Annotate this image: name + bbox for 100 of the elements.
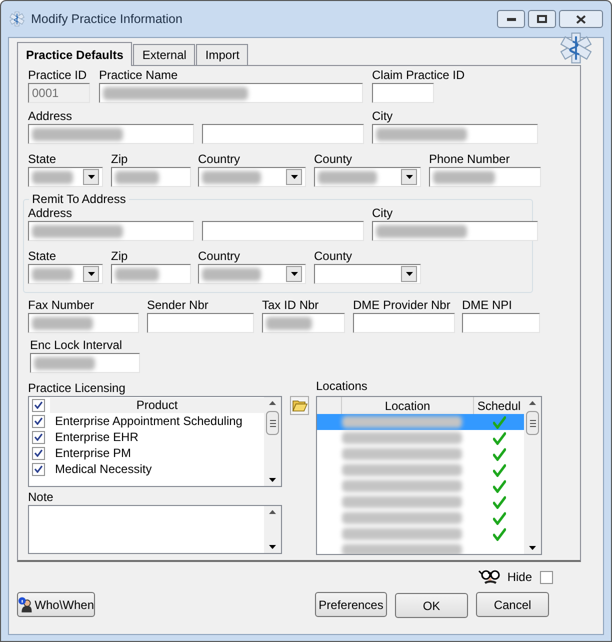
field-label: Zip <box>111 152 129 167</box>
text-field[interactable] <box>202 124 364 144</box>
medical-star-icon <box>9 11 25 27</box>
note-field[interactable] <box>28 505 282 554</box>
field-label: Claim Practice ID <box>372 68 465 83</box>
column-header[interactable]: Schedul <box>474 397 524 414</box>
check-icon <box>492 464 506 476</box>
text-field[interactable] <box>462 313 540 333</box>
product-name: Enterprise EHR <box>55 429 138 446</box>
field-label: City <box>372 206 394 221</box>
checkbox[interactable] <box>32 462 45 476</box>
text-field[interactable] <box>372 124 538 144</box>
dropdown-field[interactable] <box>198 264 306 284</box>
section-label: Practice Licensing <box>28 381 126 396</box>
dropdown-field[interactable] <box>198 167 306 187</box>
text-field[interactable] <box>111 167 191 187</box>
folder-icon <box>292 399 308 412</box>
info-person-icon <box>18 596 33 614</box>
field-label: Zip <box>111 249 129 264</box>
ok-button[interactable]: OK <box>395 593 468 618</box>
caret-icon <box>406 175 412 179</box>
text-field[interactable] <box>30 353 140 373</box>
field-label: Tax ID Nbr <box>262 298 320 313</box>
dropdown-field[interactable] <box>314 264 421 284</box>
minimize-button[interactable] <box>497 10 525 28</box>
field-label: DME NPI <box>462 298 514 313</box>
scroll-thumb[interactable] <box>526 411 539 435</box>
scroll-bar[interactable] <box>264 397 281 486</box>
text-field[interactable] <box>99 83 363 103</box>
field-label: County <box>314 249 354 264</box>
maximize-icon <box>537 15 547 23</box>
check-icon <box>492 432 506 444</box>
who-when-button[interactable]: Who\When <box>17 592 95 617</box>
text-field[interactable] <box>28 124 194 144</box>
field-label: City <box>372 109 394 124</box>
field-label: State <box>28 249 58 264</box>
text-field[interactable] <box>372 221 538 241</box>
caret-icon <box>269 478 276 482</box>
maximize-button[interactable] <box>528 10 556 28</box>
tab[interactable]: Practice Defaults <box>17 42 132 66</box>
section-label: Note <box>28 490 54 505</box>
disguise-glasses-icon <box>478 568 502 586</box>
tab[interactable]: External <box>133 44 196 65</box>
text-field[interactable] <box>202 221 364 241</box>
text-field[interactable] <box>372 83 434 103</box>
scroll-up-icon <box>269 510 276 514</box>
field-label: DME Provider Nbr <box>353 298 452 313</box>
cancel-button[interactable]: Cancel <box>476 592 549 617</box>
dropdown-field[interactable] <box>28 167 103 187</box>
select-all-checkbox[interactable] <box>32 398 45 412</box>
scroll-bar[interactable] <box>524 397 541 554</box>
tab[interactable]: Import <box>196 44 248 65</box>
checkbox[interactable] <box>32 430 45 444</box>
field-label: Country <box>198 152 242 167</box>
field-label: Enc Lock Interval <box>30 338 124 353</box>
text-field[interactable] <box>28 221 194 241</box>
caret-icon <box>290 272 298 276</box>
product-name: Enterprise Appointment Scheduling <box>55 413 242 430</box>
text-field[interactable] <box>147 313 254 333</box>
caret-icon <box>406 272 412 276</box>
dropdown-button[interactable] <box>83 169 99 185</box>
field-label: Practice ID <box>28 68 88 83</box>
group-title: Remit To Address <box>29 192 129 206</box>
dropdown-button[interactable] <box>286 266 302 282</box>
column-header[interactable]: Product <box>50 398 264 412</box>
check-icon <box>492 528 506 540</box>
caret-icon <box>529 546 536 550</box>
field-label: State <box>28 152 58 167</box>
dropdown-button[interactable] <box>286 169 302 185</box>
product-name: Medical Necessity <box>55 461 152 478</box>
dropdown-button[interactable] <box>401 266 417 282</box>
checkbox[interactable] <box>32 414 45 428</box>
checkbox[interactable] <box>32 446 45 460</box>
scroll-thumb[interactable] <box>266 411 279 435</box>
field-label: Address <box>28 109 74 124</box>
scroll-up-icon <box>269 401 276 405</box>
product-name: Enterprise PM <box>55 445 132 462</box>
check-icon <box>492 496 506 508</box>
text-field[interactable] <box>429 167 541 187</box>
check-icon <box>492 448 506 460</box>
dropdown-button[interactable] <box>83 266 99 282</box>
scroll-up-icon <box>529 401 536 405</box>
hide-checkbox[interactable] <box>540 570 553 584</box>
window-title: Modify Practice Information <box>31 10 182 28</box>
scroll-bar[interactable] <box>264 506 281 553</box>
caret-icon <box>269 545 276 549</box>
text-field[interactable] <box>28 313 139 333</box>
close-button[interactable] <box>559 10 603 28</box>
dropdown-field[interactable] <box>314 167 421 187</box>
caret-icon <box>290 175 298 179</box>
open-folder-button[interactable] <box>290 396 309 415</box>
dropdown-field[interactable] <box>28 264 103 284</box>
text-field[interactable] <box>262 313 345 333</box>
text-field[interactable] <box>353 313 455 333</box>
preferences-button[interactable]: Preferences <box>315 592 387 617</box>
dropdown-button[interactable] <box>401 169 417 185</box>
field-label: Phone Number <box>429 152 511 167</box>
text-field[interactable] <box>111 264 191 284</box>
field-label: Practice Name <box>99 68 179 83</box>
section-label: Locations <box>316 379 368 395</box>
